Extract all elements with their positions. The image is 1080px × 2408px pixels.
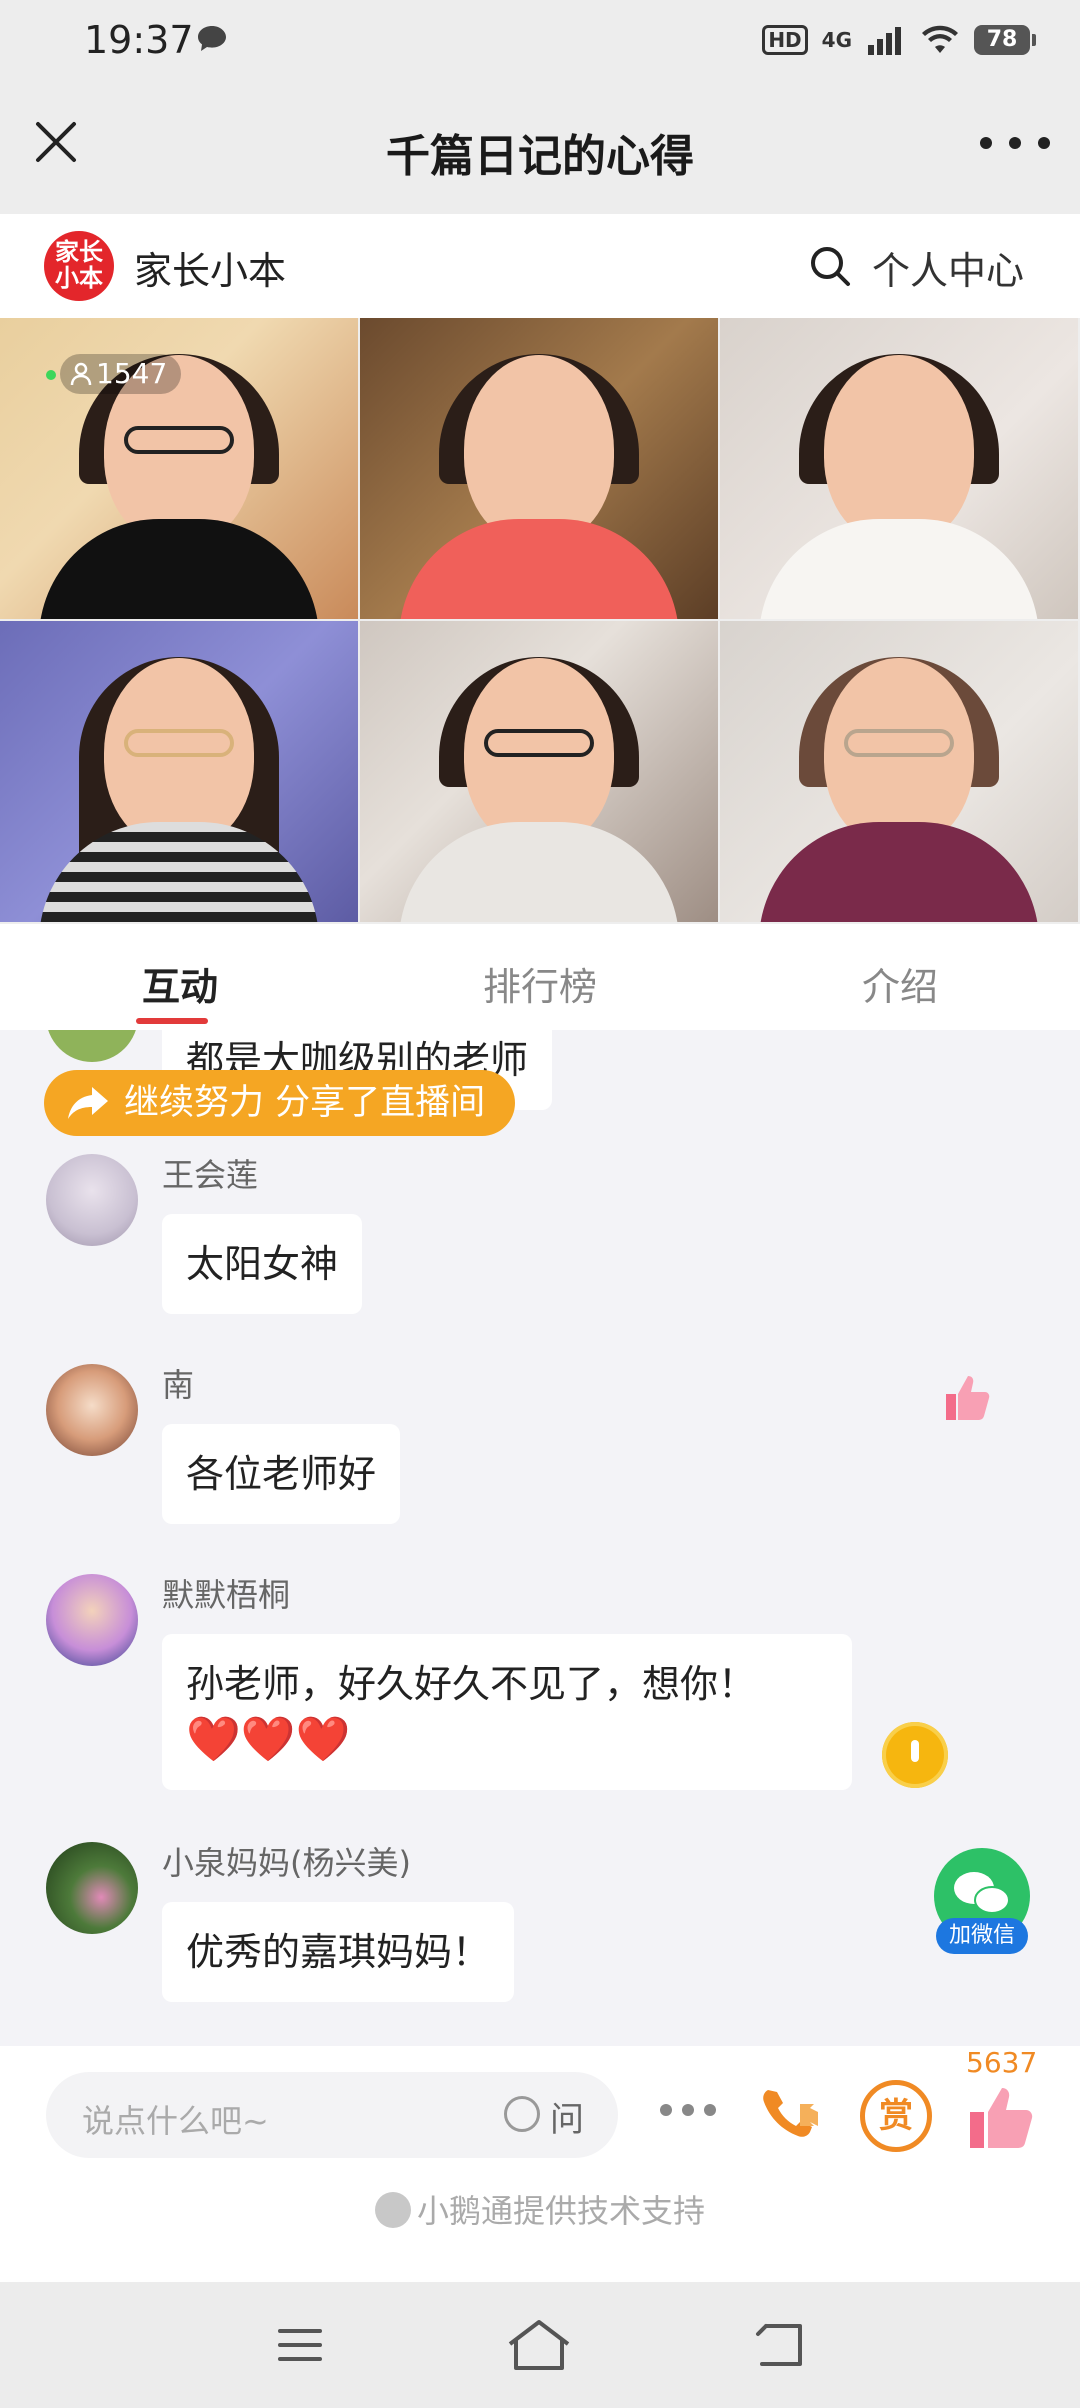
share-icon — [68, 1087, 108, 1119]
message-bubble: 优秀的嘉琪妈妈！ — [162, 1902, 515, 2002]
tech-support: 小鹅通提供技术支持 — [0, 2186, 1080, 2232]
menu-icon[interactable] — [276, 2326, 324, 2364]
viewer-icon — [70, 362, 92, 386]
participant-body — [39, 519, 319, 619]
tech-support-text: 小鹅通提供技术支持 — [416, 2192, 705, 2230]
chat-list[interactable]: 都是大咖级别的老师 继续努力 分享了直播间 王会莲 太阳女神 南 各位老师好 默… — [0, 1030, 1080, 2046]
video-grid: 1547 — [0, 318, 1080, 924]
wifi-icon — [922, 25, 958, 53]
participant-glasses — [844, 729, 954, 758]
xiaoe-logo-icon — [374, 2192, 411, 2228]
comment-placeholder: 说点什么吧~ — [82, 2102, 269, 2140]
chat-bubble-icon — [198, 26, 226, 51]
tab-intro[interactable]: 介绍 — [720, 924, 1080, 1030]
avatar[interactable] — [46, 1574, 138, 1666]
share-notice-text: 继续努力 分享了直播间 — [124, 1083, 486, 1123]
tab-bar: 互动 排行榜 介绍 — [0, 924, 1080, 1030]
avatar[interactable] — [46, 1364, 138, 1456]
participant-glasses — [484, 729, 594, 758]
add-wechat-label[interactable]: 加微信 — [936, 1918, 1028, 1954]
back-icon[interactable] — [752, 2320, 808, 2370]
network-indicator: 4G — [821, 28, 852, 52]
sender-name: 南 — [162, 1366, 195, 1404]
video-tile[interactable] — [360, 621, 720, 924]
ask-checkbox[interactable] — [504, 2096, 540, 2132]
brand-logo[interactable]: 家长小本 — [44, 231, 114, 301]
thumbs-up-icon[interactable] — [964, 2082, 1036, 2152]
tab-interaction[interactable]: 互动 — [0, 924, 360, 1030]
message-bubble: 太阳女神 — [162, 1214, 363, 1314]
participant-body — [759, 519, 1039, 619]
system-nav-bar — [0, 2282, 1080, 2408]
home-icon[interactable] — [506, 2318, 572, 2372]
participant-glasses — [124, 426, 234, 455]
video-tile[interactable] — [360, 318, 720, 621]
signal-icon — [868, 27, 901, 55]
coin-icon[interactable] — [882, 1722, 948, 1788]
bottom-toolbar: 说点什么吧~ 问 赏 5637 小鹅通提供技术支持 — [0, 2046, 1080, 2282]
page-title: 千篇日记的心得 — [386, 131, 694, 182]
title-bar: 千篇日记的心得 — [0, 80, 1080, 214]
viewer-count: 1547 — [96, 357, 168, 390]
video-tile[interactable]: 1547 — [0, 318, 360, 621]
hd-badge: HD — [762, 25, 808, 55]
thumbs-up-icon — [946, 1376, 990, 1420]
participant-body — [399, 822, 679, 922]
participant-face — [824, 355, 974, 546]
avatar[interactable] — [46, 1030, 138, 1062]
sender-name: 小泉妈妈(杨兴美) — [162, 1844, 411, 1882]
message-bubble: 各位老师好 — [162, 1424, 401, 1524]
status-time: 19:37 — [84, 18, 194, 62]
more-options-button[interactable] — [660, 2104, 716, 2116]
sender-name: 默默梧桐 — [162, 1576, 291, 1614]
participant-body — [399, 519, 679, 619]
search-icon[interactable] — [808, 244, 852, 288]
avatar[interactable] — [46, 1154, 138, 1246]
participant-glasses — [124, 729, 234, 758]
phone-video-icon[interactable] — [756, 2082, 824, 2150]
viewer-count-badge: 1547 — [60, 354, 182, 394]
participant-face — [464, 355, 614, 546]
reward-button[interactable]: 赏 — [860, 2080, 932, 2152]
like-count: 5637 — [966, 2046, 1038, 2079]
sender-name: 王会莲 — [162, 1156, 259, 1194]
message-emoji: ❤️❤️❤️ — [186, 1714, 351, 1765]
battery-indicator: 78 — [974, 25, 1036, 55]
video-tile[interactable] — [720, 621, 1080, 924]
status-bar: 19:37 HD 4G 78 — [0, 0, 1080, 80]
participant-body — [759, 822, 1039, 922]
tab-ranking[interactable]: 排行榜 — [360, 924, 720, 1030]
brand-bar: 家长小本 家长小本 个人中心 — [0, 214, 1080, 318]
comment-input[interactable]: 说点什么吧~ 问 — [46, 2072, 618, 2158]
brand-name[interactable]: 家长小本 — [134, 240, 286, 295]
personal-center-link[interactable]: 个人中心 — [872, 240, 1024, 295]
video-tile[interactable] — [720, 318, 1080, 621]
share-notice: 继续努力 分享了直播间 — [44, 1070, 516, 1136]
video-tile[interactable] — [0, 621, 360, 924]
tab-active-indicator — [136, 1018, 208, 1024]
avatar[interactable] — [46, 1842, 138, 1934]
live-dot — [46, 370, 56, 380]
ask-label[interactable]: 问 — [550, 2092, 584, 2141]
status-icons: HD 4G 78 — [762, 20, 1036, 60]
message-bubble: 孙老师，好久好久不见了，想你！ ❤️❤️❤️ — [162, 1634, 852, 1790]
message-text: 孙老师，好久好久不见了，想你！ — [186, 1662, 757, 1706]
more-icon[interactable] — [980, 128, 1050, 158]
